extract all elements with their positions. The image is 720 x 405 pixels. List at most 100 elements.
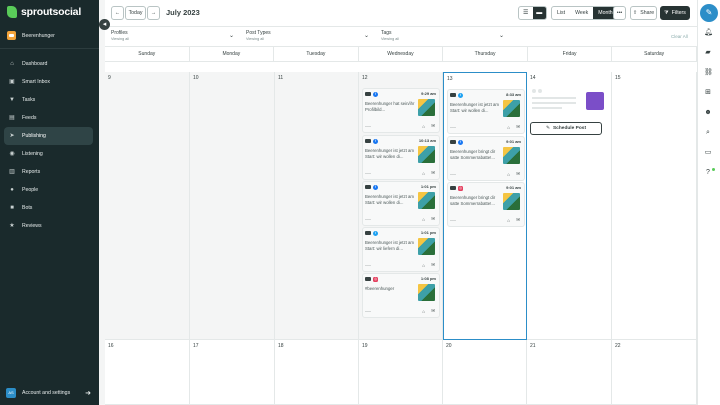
next-arrow-icon[interactable]: →: [147, 6, 160, 20]
sidebar-item-reports[interactable]: ▥ Reports: [4, 163, 93, 181]
comment-icon[interactable]: ✉: [516, 217, 520, 223]
chevron-down-icon[interactable]: ⌄: [499, 32, 504, 39]
help-icon[interactable]: ?: [704, 169, 712, 177]
day-cell[interactable]: 14 ✎ Schedule Post: [527, 72, 612, 340]
post-time: 1:01 pm: [420, 230, 436, 235]
chat-icon[interactable]: ▰: [704, 49, 712, 57]
today-button[interactable]: Today: [125, 6, 146, 20]
tag-icon[interactable]: ⌂: [422, 263, 425, 268]
day-cell[interactable]: 11: [275, 72, 359, 340]
day-cell[interactable]: 21: [527, 340, 612, 405]
more-options-icon[interactable]: •••: [613, 6, 626, 20]
filter-profiles[interactable]: Profiles Viewing all: [111, 30, 129, 41]
collapse-sidebar-icon[interactable]: ◂: [99, 19, 110, 30]
post-time: 9:29 am: [421, 91, 436, 96]
day-cell[interactable]: 9: [105, 72, 190, 340]
people-icon[interactable]: ☻: [704, 109, 712, 117]
more-icon[interactable]: ···: [450, 125, 456, 131]
image-post-icon: [450, 93, 456, 97]
more-icon[interactable]: ···: [365, 171, 371, 177]
tag-icon[interactable]: ⌂: [422, 124, 425, 129]
view-list-tab[interactable]: List: [552, 7, 570, 19]
comment-icon[interactable]: ✉: [516, 171, 520, 177]
day-cell[interactable]: 22: [612, 340, 697, 405]
keyboard-icon[interactable]: ▭: [704, 149, 712, 157]
post-card[interactable]: ◎ 1:08 pm #beerenhunger ··· ⌂ ✉: [362, 273, 440, 318]
sidebar-item-people[interactable]: ● People: [4, 181, 93, 199]
more-icon[interactable]: ···: [450, 218, 456, 224]
more-icon[interactable]: ···: [365, 217, 371, 223]
sidebar-item-listening[interactable]: ◉ Listening: [4, 145, 93, 163]
view-week-tab[interactable]: Week: [570, 7, 593, 19]
add-content-icon[interactable]: ⊞: [704, 89, 712, 97]
image-post-icon: [450, 140, 456, 144]
day-cell[interactable]: 18: [275, 340, 359, 405]
more-icon[interactable]: ···: [450, 172, 456, 178]
logo[interactable]: sproutsocial: [7, 6, 81, 18]
post-card[interactable]: f 1:01 pm Beerenhunger ist jetzt am Star…: [362, 181, 440, 226]
pin-icon: ▼: [9, 97, 15, 103]
day-cell[interactable]: 16: [105, 340, 190, 405]
comment-icon[interactable]: ✉: [516, 124, 520, 130]
day-number: 11: [278, 75, 284, 81]
tag-icon[interactable]: ⌂: [422, 217, 425, 222]
sidebar-item-feeds[interactable]: ▤ Feeds: [4, 109, 93, 127]
day-cell[interactable]: 17: [190, 340, 275, 405]
list-layout-icon[interactable]: ☰: [519, 7, 533, 19]
post-card[interactable]: f 9:01 am Beerenhunger bringt dir satte …: [447, 136, 525, 181]
post-card[interactable]: f 10:13 am Beerenhunger ist jetzt am Sta…: [362, 135, 440, 180]
post-card[interactable]: t 8:33 am Beerenhunger ist jetzt am Star…: [447, 89, 525, 134]
tag-icon[interactable]: ⌂: [422, 309, 425, 314]
day-cell[interactable]: 15: [612, 72, 697, 340]
filter-sub: Viewing all: [246, 37, 265, 41]
more-icon[interactable]: ···: [365, 124, 371, 130]
post-card[interactable]: ◎ 9:01 am Beerenhunger bringt dir satte …: [447, 182, 525, 227]
account-label: Account and settings: [22, 390, 71, 396]
sidebar-item-bots[interactable]: ■ Bots: [4, 199, 93, 217]
clear-all-link[interactable]: Clear All: [671, 34, 688, 39]
comment-icon[interactable]: ✉: [431, 170, 435, 176]
tag-icon[interactable]: ⌂: [422, 171, 425, 176]
post-text: Beerenhunger ist jetzt am Start: wir wol…: [365, 194, 414, 205]
sidebar-item-tasks[interactable]: ▼ Tasks: [4, 91, 93, 109]
bell-icon[interactable]: 🔔︎: [704, 29, 713, 37]
tag-icon[interactable]: ⌂: [507, 172, 510, 177]
comment-icon[interactable]: ✉: [431, 262, 435, 268]
day-cell-today[interactable]: 13 t 8:33 am Beerenhunger ist jetzt am S…: [443, 72, 527, 340]
comment-icon[interactable]: ✉: [431, 308, 435, 314]
schedule-post-button[interactable]: ✎ Schedule Post: [530, 122, 602, 135]
comment-icon[interactable]: ✉: [431, 216, 435, 222]
profile-switcher[interactable]: Beerenhunger: [7, 31, 55, 40]
sidebar-item-reviews[interactable]: ★ Reviews: [4, 217, 93, 235]
sidebar-item-dashboard[interactable]: ⌂ Dashboard: [4, 55, 93, 73]
filter-post-types[interactable]: Post Types Viewing all: [246, 30, 271, 41]
layout-toggle[interactable]: ☰ ▬: [518, 6, 547, 20]
chevron-down-icon[interactable]: ⌄: [364, 32, 369, 39]
day-cell[interactable]: 12 f 9:29 am Beerenhunger hat sein/ihr P…: [359, 72, 443, 340]
compose-button[interactable]: ✎: [700, 4, 718, 22]
day-cell[interactable]: 20: [443, 340, 527, 405]
post-card[interactable]: f 9:29 am Beerenhunger hat sein/ihr Prof…: [362, 88, 440, 133]
card-layout-icon[interactable]: ▬: [532, 7, 546, 19]
post-thumbnail: [418, 192, 435, 209]
prev-arrow-icon[interactable]: ←: [111, 6, 124, 20]
more-icon[interactable]: ···: [365, 309, 371, 315]
sidebar-item-smart-inbox[interactable]: ▣ Smart Inbox: [4, 73, 93, 91]
comment-icon[interactable]: ✉: [431, 123, 435, 129]
instagram-icon: ◎: [458, 186, 463, 191]
more-icon[interactable]: ···: [365, 263, 371, 269]
day-cell[interactable]: 19: [359, 340, 443, 405]
tag-icon[interactable]: ⌂: [507, 125, 510, 130]
post-card[interactable]: t 1:01 pm Beerenhunger ist jetzt am Star…: [362, 227, 440, 272]
filter-tags[interactable]: Tags Viewing all: [381, 30, 399, 41]
tag-icon[interactable]: ⌂: [507, 218, 510, 223]
filters-button[interactable]: ⧩ Filters: [660, 6, 690, 20]
chevron-down-icon[interactable]: ⌄: [229, 32, 234, 39]
day-cell[interactable]: 10: [190, 72, 275, 340]
share-button[interactable]: ⇧ Share: [630, 6, 657, 20]
sidebar-item-publishing[interactable]: ➤ Publishing: [4, 127, 93, 145]
feed-icon: ▤: [9, 115, 15, 121]
search-icon[interactable]: ⌕: [704, 129, 712, 137]
account-settings[interactable]: AS Account and settings ➜: [6, 388, 91, 398]
link-icon[interactable]: ⛓︎: [704, 69, 713, 77]
